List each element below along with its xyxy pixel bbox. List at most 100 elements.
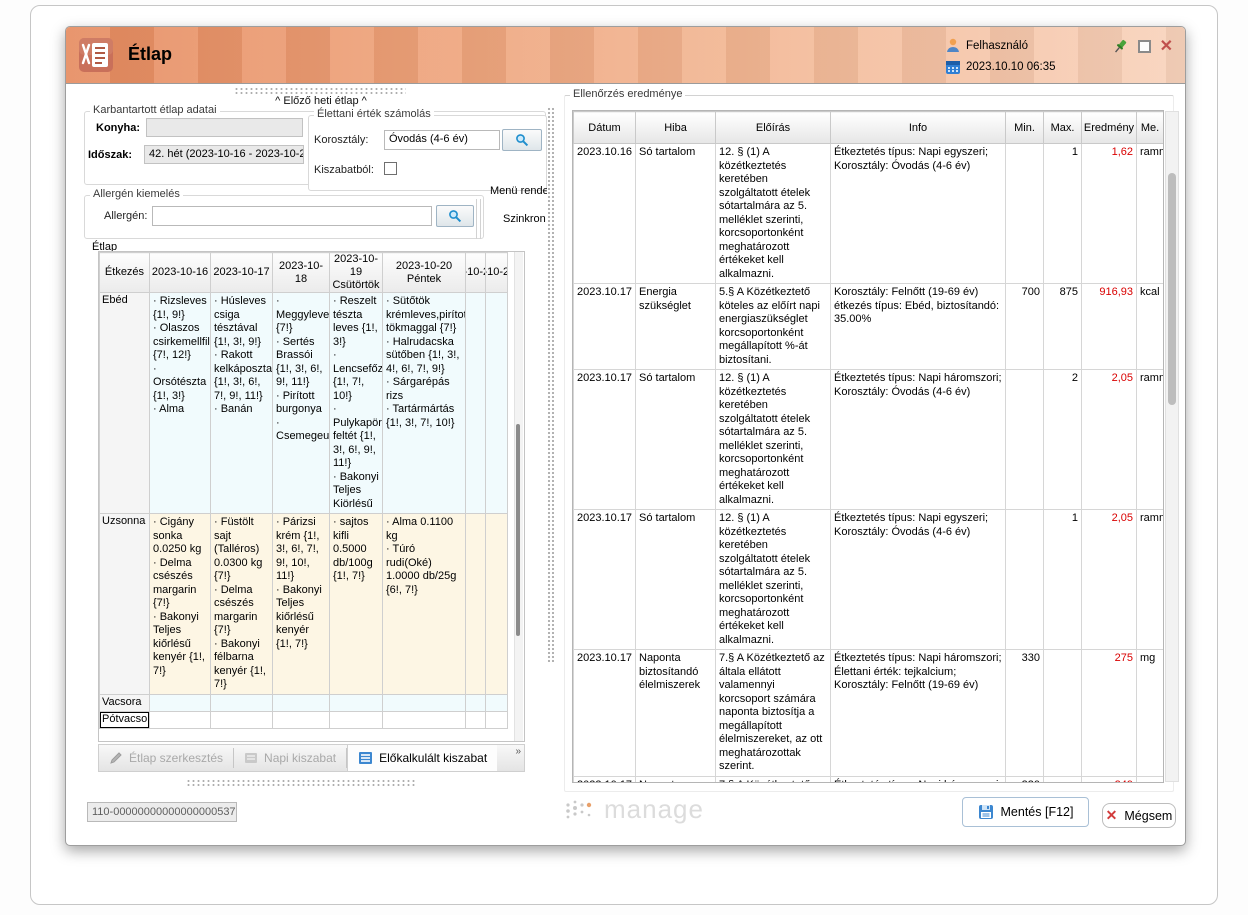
menu-cell[interactable] [211, 711, 273, 728]
user-name: Felhasználó [966, 40, 1028, 52]
menu-order-group-title: Menü rendel [490, 185, 547, 197]
list-icon [358, 751, 373, 765]
validation-table-container: Dátum Hiba Előírás Info Min. Max. Eredmé… [572, 110, 1164, 783]
col-result[interactable]: Eredmény [1082, 112, 1137, 144]
menu-col-meal[interactable]: Étkezés [100, 253, 150, 293]
validation-table: Dátum Hiba Előírás Info Min. Max. Eredmé… [573, 111, 1164, 783]
edit-menu-button[interactable]: Étlap szerkesztés [99, 745, 233, 771]
precalculated-batch-button[interactable]: Előkalkulált kiszabat [347, 745, 497, 771]
menu-col-day2[interactable]: 2023-10-17 [211, 253, 273, 293]
manage-logo-text: manage [604, 794, 704, 825]
save-button[interactable]: Mentés [F12] [962, 797, 1089, 827]
col-unit[interactable]: Me. [1137, 112, 1164, 144]
etlap-dialog: Étlap Felhasználó 2023.10.10 06:35 ✕ ^ E… [65, 26, 1186, 846]
menu-cell[interactable] [273, 711, 330, 728]
cancel-x-icon: ✕ [1106, 807, 1118, 824]
menu-scrollbar-thumb[interactable] [516, 424, 520, 636]
from-batch-checkbox[interactable] [384, 162, 397, 175]
menu-table-container: Étkezés 2023-10-16 2023-10-17 2023-10-18… [98, 251, 525, 742]
menu-col-day7[interactable]: 2023-10-22 [486, 253, 508, 293]
menu-cell[interactable] [211, 694, 273, 711]
validation-group-title: Ellenőrzés eredménye [570, 88, 685, 100]
menu-cell[interactable] [150, 711, 211, 728]
menu-cell[interactable]: · Alma 0.1100 kg · Túró rudi(Oké) 1.0000… [383, 514, 466, 695]
menu-cell[interactable] [383, 694, 466, 711]
menu-cell[interactable] [486, 293, 508, 514]
validation-row[interactable]: 2023.10.16Só tartalom 12. § (1) A közétk… [574, 144, 1164, 284]
maximize-icon[interactable] [1138, 40, 1151, 53]
maintained-menu-group-title: Karbantartott étlap adatai [90, 104, 220, 116]
meal-name[interactable]: Ebéd [100, 293, 150, 514]
menu-cell[interactable] [466, 514, 486, 695]
menu-cell[interactable]: · Rizsleves {1!, 9!} · Olaszos csirkemel… [150, 293, 211, 514]
validation-scrollbar-thumb[interactable] [1168, 173, 1176, 405]
meal-name[interactable]: Vacsora [100, 694, 150, 711]
period-label: Időszak: [88, 149, 132, 161]
menu-cell[interactable] [330, 711, 383, 728]
allergen-field[interactable] [152, 206, 432, 226]
panel-splitter[interactable] [547, 107, 554, 662]
menu-col-day6[interactable]: 2023-10-21 [466, 253, 486, 293]
col-date[interactable]: Dátum [574, 112, 636, 144]
period-field[interactable]: 42. hét (2023-10-16 - 2023-10-2 [144, 145, 304, 164]
menu-cell[interactable] [150, 694, 211, 711]
menu-toolbar: Étlap szerkesztés Napi kiszabat Előkalku… [98, 744, 525, 772]
validation-row[interactable]: 2023.10.17Naponta biztosítandó élelmisze… [574, 776, 1164, 783]
menu-cell[interactable]: · Cigány sonka 0.0250 kg · Delma csészés… [150, 514, 211, 695]
menu-cell[interactable]: · Párizsi krém {1!, 3!, 6!, 7!, 9!, 10!,… [273, 514, 330, 695]
floppy-icon [978, 804, 994, 820]
close-icon[interactable]: ✕ [1160, 40, 1173, 53]
menu-cell[interactable]: · Meggyleves {7!} · Sertés Brassói {1!, … [273, 293, 330, 514]
cancel-button[interactable]: ✕ Mégsem [1102, 803, 1176, 828]
meal-name-focused[interactable]: Pótvacsora [100, 711, 150, 728]
menu-cell[interactable]: · sajtos kifli 0.5000 db/100g {1!, 7!} [330, 514, 383, 695]
menu-cell[interactable]: · Húsleves csiga tésztával {1!, 3!, 9!} … [211, 293, 273, 514]
previous-week-link[interactable]: ^ Előző heti étlap ^ [206, 95, 436, 107]
user-icon [946, 38, 960, 53]
toolbar-overflow-chevron[interactable]: » [515, 746, 521, 757]
col-rule[interactable]: Előírás [716, 112, 831, 144]
age-group-search-button[interactable] [502, 129, 542, 151]
physio-calc-group [308, 115, 547, 191]
menu-cell[interactable] [273, 694, 330, 711]
validation-row[interactable]: 2023.10.17Naponta biztosítandó élelmisze… [574, 650, 1164, 777]
menu-row-dinner: Vacsora [100, 694, 508, 711]
validation-row[interactable]: 2023.10.17Energia szükséglet 5.§ A Közét… [574, 284, 1164, 370]
menu-cell[interactable] [466, 694, 486, 711]
menu-cell[interactable] [486, 711, 508, 728]
menu-cell[interactable] [330, 694, 383, 711]
menu-cell[interactable]: · Sütőtök krémleves,pirított tökmaggal {… [383, 293, 466, 514]
menu-cell[interactable]: · Reszelt tészta leves {1!, 3!} · Lencse… [330, 293, 383, 514]
menu-cell[interactable] [383, 711, 466, 728]
menu-cell[interactable] [466, 293, 486, 514]
splitter-grip-top[interactable] [234, 87, 406, 94]
menu-cell[interactable]: · Füstölt sajt (Talléros) 0.0300 kg {7!}… [211, 514, 273, 695]
validation-header-row: Dátum Hiba Előírás Info Min. Max. Eredmé… [574, 112, 1164, 144]
allergen-search-button[interactable] [436, 205, 474, 227]
menu-col-day3[interactable]: 2023-10-18 [273, 253, 330, 293]
column-splitter [476, 199, 481, 239]
menu-col-day1[interactable]: 2023-10-16 [150, 253, 211, 293]
menu-header-row: Étkezés 2023-10-16 2023-10-17 2023-10-18… [100, 253, 508, 293]
menu-col-day5[interactable]: 2023-10-20 Péntek [383, 253, 466, 293]
record-id-field[interactable]: 110-00000000000000000537 [87, 802, 237, 822]
menu-order-sync-button[interactable]: Szinkron [503, 213, 546, 225]
col-info[interactable]: Info [831, 112, 1006, 144]
splitter-grip-bottom[interactable] [186, 779, 416, 786]
menu-col-day4[interactable]: 2023-10-19 Csütörtök [330, 253, 383, 293]
pin-icon[interactable] [1112, 38, 1129, 55]
menu-cell[interactable] [466, 711, 486, 728]
from-batch-label: Kiszabatból: [314, 164, 374, 176]
meal-name[interactable]: Uzsonna [100, 514, 150, 695]
col-min[interactable]: Min. [1006, 112, 1044, 144]
col-max[interactable]: Max. [1044, 112, 1082, 144]
kitchen-field[interactable] [146, 118, 303, 137]
age-group-field[interactable]: Óvodás (4-6 év) [384, 130, 500, 150]
menu-cell[interactable] [486, 514, 508, 695]
validation-row[interactable]: 2023.10.17Só tartalom 12. § (1) A közétk… [574, 370, 1164, 510]
menu-cell[interactable] [486, 694, 508, 711]
validation-row[interactable]: 2023.10.17Só tartalom 12. § (1) A közétk… [574, 510, 1164, 650]
menu-table: Étkezés 2023-10-16 2023-10-17 2023-10-18… [99, 252, 508, 729]
col-error[interactable]: Hiba [636, 112, 716, 144]
daily-batch-button[interactable]: Napi kiszabat [234, 745, 346, 771]
